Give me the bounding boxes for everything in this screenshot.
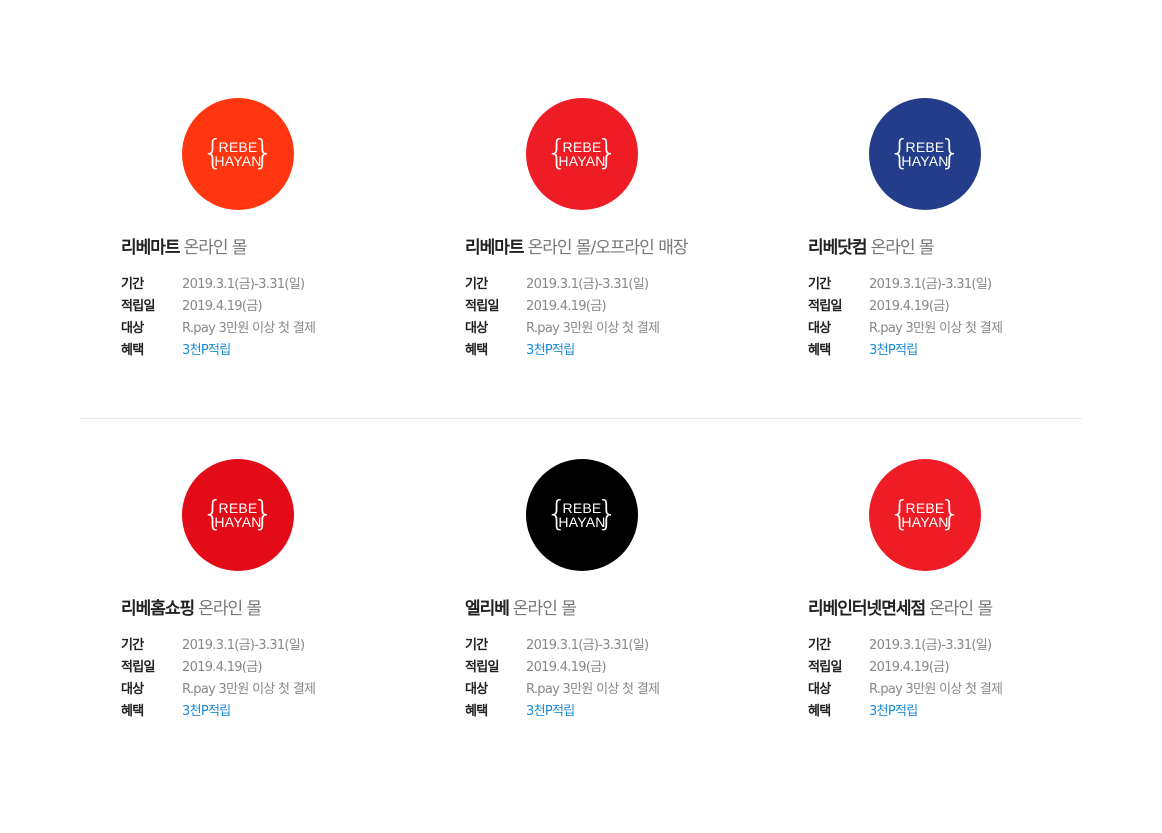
accrual-date-label: 적립일: [808, 299, 842, 314]
period-label: 기간: [121, 638, 144, 653]
brand-logo-icon: { REBE HAYAN }: [526, 459, 638, 571]
card-title: 리베닷컴 온라인 몰: [808, 237, 935, 259]
logo-word-rebe: REBE: [218, 500, 258, 516]
event-card-6: { REBE HAYAN } 리베인터넷면세점 온라인 몰 기간 2019.3.1…: [808, 453, 1128, 753]
period-label: 기간: [121, 277, 144, 292]
channel-name: 온라인 몰: [870, 238, 935, 258]
brace-right-glyph: }: [252, 494, 274, 534]
brand-logo-icon: { REBE HAYAN }: [526, 98, 638, 210]
event-card-3: { REBE HAYAN } 리베닷컴 온라인 몰 기간 2019.3.1(금)-…: [808, 92, 1128, 392]
target-value: R.pay 3만원 이상 첫 결제: [182, 682, 316, 697]
accrual-date-value: 2019.4.19(금): [182, 299, 263, 314]
accrual-date-label: 적립일: [465, 299, 499, 314]
event-card-1: { REBE HAYAN } 리베마트 온라인 몰 기간 2019.3.1(금)-…: [121, 92, 441, 392]
brace-right-glyph: }: [939, 494, 961, 534]
brace-right-glyph: }: [252, 133, 274, 173]
logo-word-rebe: REBE: [562, 139, 602, 155]
period-value: 2019.3.1(금)-3.31(일): [526, 277, 649, 292]
target-value: R.pay 3만원 이상 첫 결제: [869, 682, 1003, 697]
benefit-label: 혜택: [808, 343, 831, 358]
accrual-date-label: 적립일: [121, 299, 155, 314]
target-value: R.pay 3만원 이상 첫 결제: [526, 321, 660, 336]
brand-name: 리베홈쇼핑: [121, 599, 195, 619]
benefit-value: 3천P적립: [182, 343, 231, 358]
logo-word-rebe: REBE: [905, 500, 945, 516]
event-card-4: { REBE HAYAN } 리베홈쇼핑 온라인 몰 기간 2019.3.1(금)…: [121, 453, 441, 753]
brace-right-glyph: }: [596, 133, 618, 173]
event-row-1: { REBE HAYAN } 리베마트 온라인 몰 기간 2019.3.1(금)-…: [0, 92, 1162, 392]
benefit-label: 혜택: [465, 704, 488, 719]
row-divider: [80, 418, 1082, 419]
accrual-date-value: 2019.4.19(금): [526, 660, 607, 675]
accrual-date-value: 2019.4.19(금): [869, 660, 950, 675]
logo-word-hayan: HAYAN: [901, 153, 949, 169]
accrual-date-value: 2019.4.19(금): [182, 660, 263, 675]
period-value: 2019.3.1(금)-3.31(일): [182, 277, 305, 292]
brand-name: 리베마트: [121, 238, 181, 258]
logo-word-rebe: REBE: [905, 139, 945, 155]
brand-name: 리베인터넷면세점: [808, 599, 926, 619]
card-title: 리베마트 온라인 몰: [121, 237, 248, 259]
period-value: 2019.3.1(금)-3.31(일): [182, 638, 305, 653]
target-label: 대상: [465, 682, 488, 697]
channel-name: 온라인 몰/오프라인 매장: [527, 238, 689, 258]
benefit-value: 3천P적립: [869, 704, 918, 719]
period-label: 기간: [808, 277, 831, 292]
logo-word-hayan: HAYAN: [558, 514, 606, 530]
brand-logo-icon: { REBE HAYAN }: [182, 98, 294, 210]
benefit-label: 혜택: [121, 704, 144, 719]
brace-right-glyph: }: [596, 494, 618, 534]
benefit-label: 혜택: [808, 704, 831, 719]
card-title: 엘리베 온라인 몰: [465, 598, 577, 620]
target-label: 대상: [465, 321, 488, 336]
card-title: 리베인터넷면세점 온라인 몰: [808, 598, 993, 620]
brand-name: 엘리베: [465, 599, 510, 619]
logo-word-hayan: HAYAN: [901, 514, 949, 530]
logo-word-hayan: HAYAN: [558, 153, 606, 169]
accrual-date-label: 적립일: [808, 660, 842, 675]
target-value: R.pay 3만원 이상 첫 결제: [182, 321, 316, 336]
channel-name: 온라인 몰: [512, 599, 577, 619]
brace-right-glyph: }: [939, 133, 961, 173]
channel-name: 온라인 몰: [929, 599, 993, 619]
period-value: 2019.3.1(금)-3.31(일): [526, 638, 649, 653]
target-label: 대상: [808, 682, 831, 697]
accrual-date-label: 적립일: [121, 660, 155, 675]
accrual-date-value: 2019.4.19(금): [869, 299, 950, 314]
logo-word-rebe: REBE: [562, 500, 602, 516]
brand-logo-icon: { REBE HAYAN }: [182, 459, 294, 571]
channel-name: 온라인 몰: [183, 238, 248, 258]
channel-name: 온라인 몰: [198, 599, 262, 619]
benefit-value: 3천P적립: [869, 343, 918, 358]
benefit-value: 3천P적립: [182, 704, 231, 719]
logo-word-hayan: HAYAN: [214, 153, 262, 169]
target-label: 대상: [121, 321, 144, 336]
period-label: 기간: [808, 638, 831, 653]
target-label: 대상: [121, 682, 144, 697]
benefit-value: 3천P적립: [526, 704, 575, 719]
period-value: 2019.3.1(금)-3.31(일): [869, 638, 992, 653]
event-card-2: { REBE HAYAN } 리베마트 온라인 몰/오프라인 매장 기간 2019…: [465, 92, 785, 392]
period-label: 기간: [465, 277, 488, 292]
logo-word-hayan: HAYAN: [214, 514, 262, 530]
benefit-label: 혜택: [465, 343, 488, 358]
brand-logo-icon: { REBE HAYAN }: [869, 459, 981, 571]
brand-name: 리베마트: [465, 238, 525, 258]
period-value: 2019.3.1(금)-3.31(일): [869, 277, 992, 292]
logo-word-rebe: REBE: [218, 139, 258, 155]
target-value: R.pay 3만원 이상 첫 결제: [869, 321, 1003, 336]
benefit-value: 3천P적립: [526, 343, 575, 358]
event-card-5: { REBE HAYAN } 엘리베 온라인 몰 기간 2019.3.1(금)-3…: [465, 453, 785, 753]
card-title: 리베마트 온라인 몰/오프라인 매장: [465, 237, 688, 259]
accrual-date-label: 적립일: [465, 660, 499, 675]
period-label: 기간: [465, 638, 488, 653]
card-title: 리베홈쇼핑 온라인 몰: [121, 598, 262, 620]
brand-logo-icon: { REBE HAYAN }: [869, 98, 981, 210]
brand-name: 리베닷컴: [808, 238, 868, 258]
target-value: R.pay 3만원 이상 첫 결제: [526, 682, 660, 697]
accrual-date-value: 2019.4.19(금): [526, 299, 607, 314]
target-label: 대상: [808, 321, 831, 336]
benefit-label: 혜택: [121, 343, 144, 358]
event-row-2: { REBE HAYAN } 리베홈쇼핑 온라인 몰 기간 2019.3.1(금)…: [0, 453, 1162, 753]
